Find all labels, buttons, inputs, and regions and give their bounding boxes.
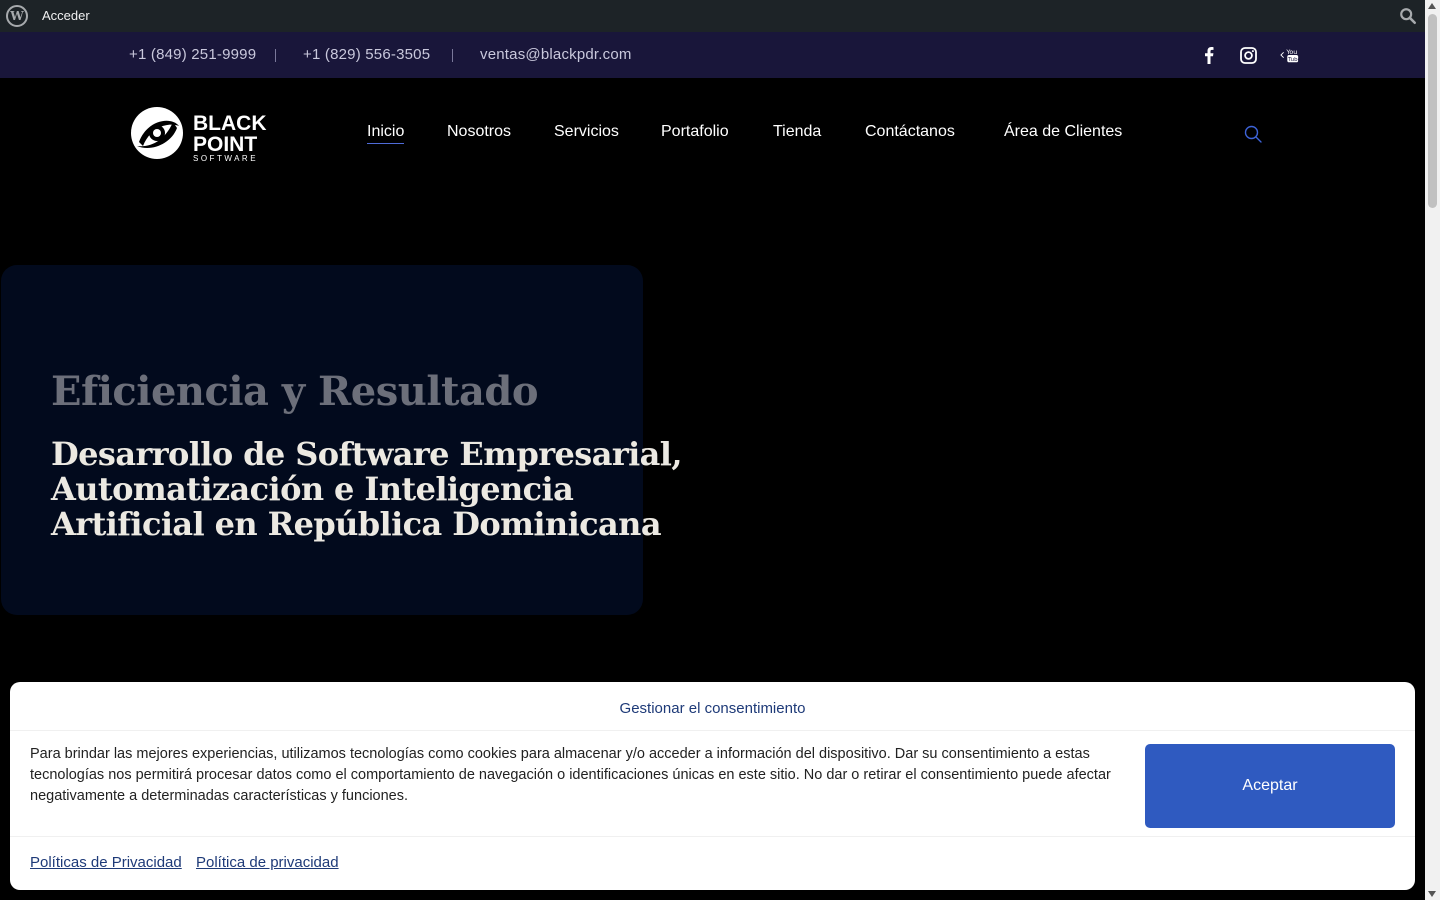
logo-line-1: BLACK [193, 112, 267, 135]
divider [10, 836, 1415, 837]
divider [275, 49, 276, 62]
consent-title: Gestionar el consentimiento [619, 700, 806, 717]
main-header: BLACK POINT SOFTWARE Inicio Nosotros Ser… [0, 78, 1425, 188]
divider [10, 730, 1415, 731]
scroll-thumb[interactable] [1428, 14, 1437, 208]
hero-eyebrow: Eficiencia y Resultado [51, 368, 539, 415]
nav-tienda[interactable]: Tienda [773, 123, 821, 141]
admin-bar: W Acceder [0, 0, 1425, 32]
email-link[interactable]: ventas@blackpdr.com [480, 46, 632, 63]
scroll-down-arrow[interactable] [1428, 891, 1436, 897]
accept-button[interactable]: Aceptar [1145, 744, 1395, 828]
nav-area-clientes[interactable]: Área de Clientes [1004, 123, 1122, 141]
logo-line-2: POINT [193, 133, 257, 156]
instagram-icon[interactable] [1238, 45, 1258, 65]
contact-bar: +1 (849) 251-9999 +1 (829) 556-3505 vent… [0, 32, 1425, 78]
black-point-logo[interactable]: BLACK POINT SOFTWARE [129, 102, 274, 164]
svg-text:Tube: Tube [1287, 57, 1300, 63]
search-icon[interactable] [1399, 7, 1417, 25]
nav-nosotros[interactable]: Nosotros [447, 123, 511, 141]
privacy-policy-link-2[interactable]: Política de privacidad [196, 854, 339, 871]
privacy-policy-link-1[interactable]: Políticas de Privacidad [30, 854, 182, 871]
nav-servicios[interactable]: Servicios [554, 123, 619, 141]
divider [452, 49, 453, 62]
page-scrollbar[interactable] [1425, 0, 1440, 900]
nav-inicio[interactable]: Inicio [367, 123, 405, 144]
consent-message: Para brindar las mejores experiencias, u… [30, 746, 1111, 804]
hero-title: Desarrollo de Software Empresarial, Auto… [51, 435, 682, 543]
nav-contactanos[interactable]: Contáctanos [865, 123, 955, 141]
logo-line-3: SOFTWARE [193, 154, 258, 163]
cookie-consent-banner: Gestionar el consentimiento Para brindar… [10, 682, 1415, 890]
search-icon[interactable] [1243, 124, 1263, 144]
nav-portafolio[interactable]: Portafolio [661, 123, 729, 141]
facebook-icon[interactable] [1199, 45, 1219, 65]
youtube-icon[interactable]: You Tube [1280, 45, 1300, 65]
wordpress-icon[interactable]: W [6, 5, 28, 27]
scroll-up-arrow[interactable] [1428, 3, 1436, 9]
login-link[interactable]: Acceder [42, 8, 90, 23]
phone-link-1[interactable]: +1 (849) 251-9999 [129, 46, 256, 63]
phone-link-2[interactable]: +1 (829) 556-3505 [303, 46, 430, 63]
